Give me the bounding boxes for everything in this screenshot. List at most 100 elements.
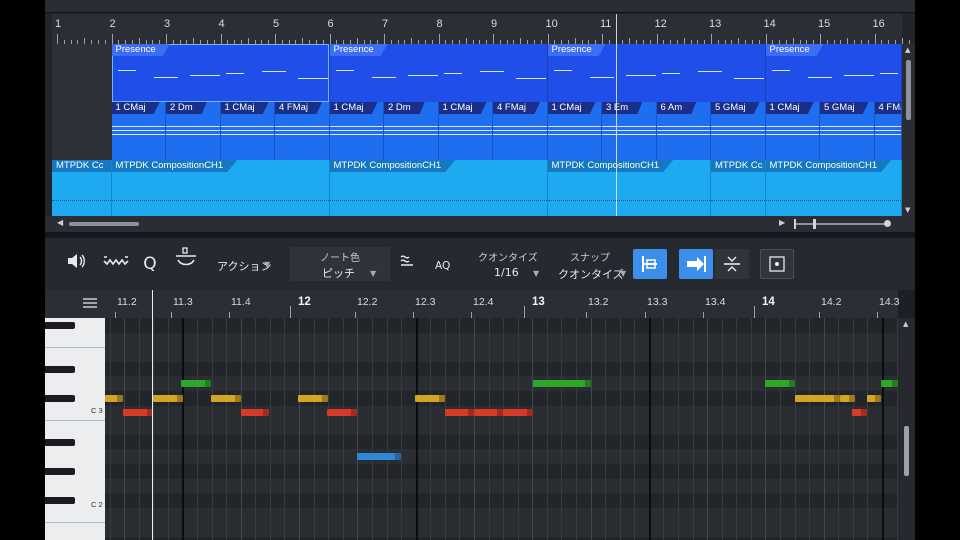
arrange-vscroll-thumb[interactable]	[906, 60, 911, 120]
black-key[interactable]	[45, 365, 75, 373]
presence-clip[interactable]: Presence	[547, 44, 766, 102]
key-label-c2: C 2	[91, 500, 103, 509]
red-note[interactable]	[445, 409, 474, 417]
blue-note[interactable]	[357, 453, 401, 461]
ruler-bar-tick	[384, 34, 385, 44]
zoom-slider-handle[interactable]	[813, 219, 816, 229]
yellow-note[interactable]	[298, 394, 328, 402]
black-key[interactable]	[45, 395, 75, 402]
editor-vertical-scrollbar[interactable]: ▲	[898, 318, 915, 540]
presence-clip[interactable]: Presence	[329, 44, 548, 102]
editor-ruler-menu[interactable]	[45, 290, 105, 318]
black-key[interactable]	[45, 438, 75, 446]
scroll-right-icon[interactable]: ▶	[779, 218, 785, 227]
green-note[interactable]	[881, 380, 898, 388]
select-snap-button[interactable]	[633, 249, 667, 279]
composition-clip[interactable]: MTPDK CompositionCH1	[547, 160, 711, 216]
yellow-note[interactable]	[867, 394, 881, 402]
scroll-up-icon[interactable]: ▲	[905, 46, 910, 54]
presence-contour	[589, 77, 614, 78]
arrange-hscroll-thumb[interactable]	[69, 222, 139, 226]
action-menu[interactable]: アクション ▼	[207, 247, 277, 281]
red-note[interactable]	[123, 409, 153, 417]
chord-clip[interactable]: 1 CMaj	[547, 102, 602, 160]
chord-note-line	[874, 130, 901, 131]
grid-line	[153, 318, 155, 540]
green-note[interactable]	[533, 380, 591, 388]
ruler-bar-6: 6	[327, 18, 334, 30]
chord-clip[interactable]: 1 CMaj	[329, 102, 384, 160]
chord-clip[interactable]: 1 CMaj	[111, 102, 166, 160]
editor-ruler-label-13: 13	[532, 296, 545, 308]
composition-clip[interactable]: MTPDK Cc	[711, 160, 766, 216]
tilde-icon[interactable]	[101, 247, 131, 281]
chord-clip[interactable]: 1 CMaj	[438, 102, 493, 160]
editor-vscroll-thumb[interactable]	[904, 426, 909, 476]
grid-line	[678, 318, 679, 540]
grid-line	[167, 318, 169, 540]
aq-button[interactable]: AQ	[435, 260, 450, 272]
presence-clip[interactable]: Presence	[765, 44, 902, 102]
chord-note-line	[438, 134, 492, 135]
chord-clip[interactable]: 4 FMa	[874, 102, 902, 160]
snap-select[interactable]: スナップ クオンタイズ ▼	[550, 247, 632, 281]
scroll-up-icon[interactable]: ▲	[903, 320, 908, 328]
chord-clip[interactable]: 1 CMaj	[765, 102, 820, 160]
note-grid[interactable]	[105, 318, 898, 540]
q-icon[interactable]: Q	[138, 247, 162, 281]
chord-note-line	[329, 134, 383, 135]
red-note[interactable]	[241, 409, 269, 417]
menu-icon[interactable]	[45, 290, 105, 318]
chord-clip[interactable]: 3 Em	[602, 102, 657, 160]
green-note[interactable]	[181, 380, 211, 388]
yellow-note[interactable]	[105, 394, 123, 402]
zoom-slider[interactable]	[794, 219, 891, 229]
chord-clip[interactable]: 4 FMaj	[275, 102, 330, 160]
chord-clip[interactable]: 4 FMaj	[493, 102, 548, 160]
zoom-fit-button[interactable]	[760, 249, 794, 279]
red-note[interactable]	[852, 409, 867, 417]
presence-clip[interactable]: Presence	[111, 44, 330, 102]
chord-clip[interactable]: 5 GMaj	[711, 102, 766, 160]
composition-clip[interactable]: MTPDK Cc	[52, 160, 112, 216]
red-note[interactable]	[474, 409, 503, 417]
composition-clip[interactable]: MTPDK CompositionCH1	[765, 160, 902, 216]
chord-note-line	[656, 130, 710, 131]
ruler-bar-tick	[57, 34, 58, 44]
black-key[interactable]	[45, 497, 75, 505]
green-note[interactable]	[765, 380, 795, 388]
grid-snap-button[interactable]	[715, 249, 749, 279]
arrange-vertical-scrollbar[interactable]: ▲ ▼	[902, 44, 915, 216]
yellow-note[interactable]	[211, 394, 241, 402]
yellow-note[interactable]	[840, 394, 855, 402]
yellow-note[interactable]	[415, 394, 445, 402]
chord-clip[interactable]: 1 CMaj	[220, 102, 275, 160]
red-note[interactable]	[503, 409, 533, 417]
editor-timeline-ruler[interactable]: 11.2 11.3 11.4 12 12.2 12.3 12.4 13 13.2 13.3 13.4…	[105, 290, 899, 318]
black-key[interactable]	[45, 468, 75, 475]
arrange-timeline-ruler[interactable]: 1 2 3 4 5 6 7 8 9 10 11 12 13 14 15 16	[52, 14, 910, 44]
chord-clip[interactable]: 2 Dm	[166, 102, 221, 160]
piano-keyboard[interactable]: C 3 C 2	[45, 318, 105, 540]
editor-playhead[interactable]	[152, 290, 153, 540]
composition-clip[interactable]: MTPDK CompositionCH1	[111, 160, 330, 216]
chord-clip[interactable]: 5 GMaj	[820, 102, 875, 160]
composition-clip[interactable]: MTPDK CompositionCH1	[329, 160, 548, 216]
chord-clip[interactable]: 6 Am	[656, 102, 711, 160]
speaker-icon[interactable]	[63, 247, 89, 281]
humanize-icon[interactable]	[395, 247, 421, 281]
yellow-note[interactable]	[153, 394, 183, 402]
red-note[interactable]	[327, 409, 357, 417]
arrange-playhead[interactable]	[616, 14, 617, 216]
black-key[interactable]	[45, 322, 75, 329]
yellow-note[interactable]	[795, 394, 840, 402]
arrange-horizontal-scrollbar[interactable]: ◀ ▶	[45, 216, 915, 232]
scissors-icon[interactable]	[171, 247, 201, 281]
scroll-left-icon[interactable]: ◀	[57, 218, 63, 227]
forward-snap-button[interactable]	[679, 249, 713, 279]
chord-note-line	[656, 134, 710, 135]
scroll-down-icon[interactable]: ▼	[905, 206, 910, 214]
note-color-select[interactable]: ノート色 ピッチ ▼	[290, 247, 390, 281]
quantize-select[interactable]: クオンタイズ 1/16 ▼	[470, 247, 545, 281]
chord-clip[interactable]: 2 Dm	[384, 102, 439, 160]
